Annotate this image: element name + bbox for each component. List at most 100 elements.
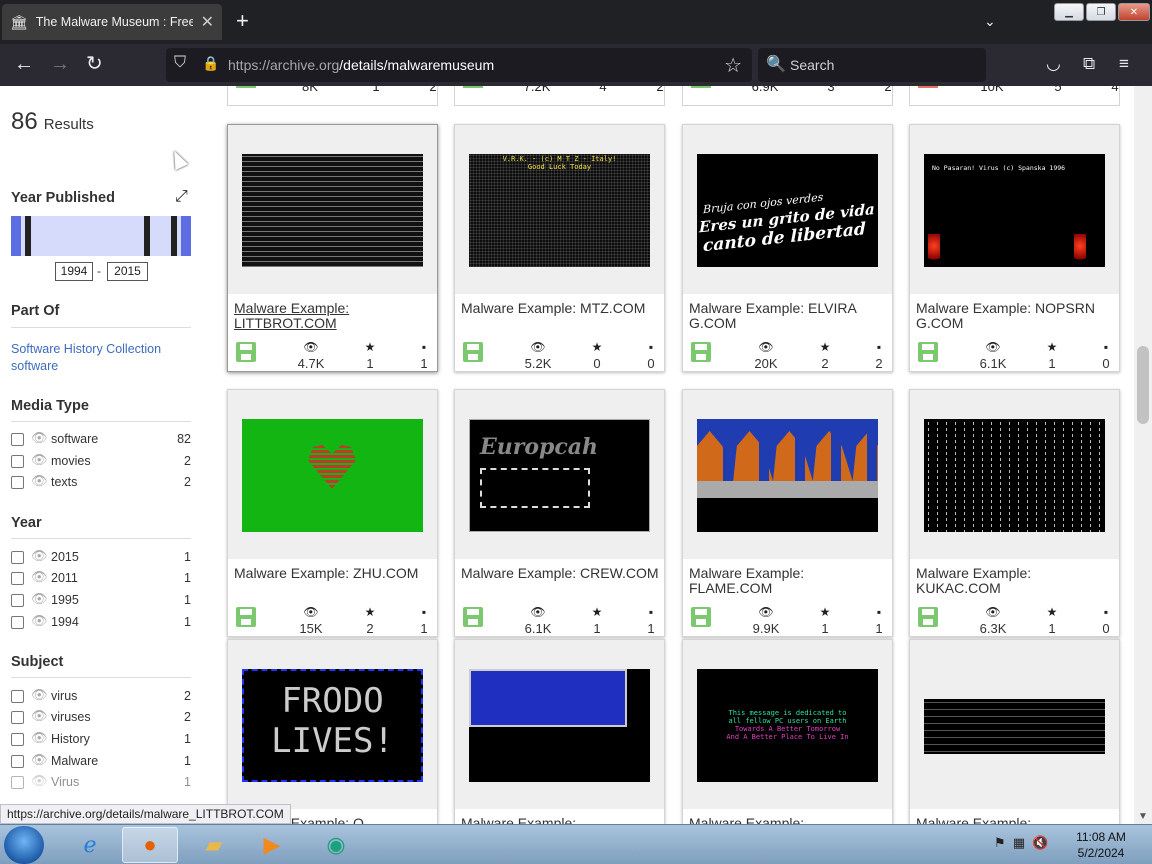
back-icon[interactable]: ← xyxy=(14,53,34,75)
card-title[interactable]: Malware Example: LITTBROT.COM xyxy=(234,301,432,331)
result-card-mtz[interactable]: V.R.K. - (c) M T Z - Italy! Good Luck To… xyxy=(454,124,665,372)
result-card-frodo[interactable]: FRODO LIVES! Malware Example: O... xyxy=(227,639,438,824)
shield-icon[interactable]: ⛉ xyxy=(174,54,186,72)
window-close-button[interactable]: ✕ xyxy=(1118,3,1150,21)
facet-checkbox[interactable] xyxy=(11,733,24,746)
thumbnail-area[interactable]: Europcah xyxy=(455,390,664,559)
list-tabs-button[interactable]: ⌄ xyxy=(984,13,996,30)
eye-icon[interactable]: 👁 xyxy=(31,452,48,468)
card-title[interactable]: Malware Example: CREW.COM xyxy=(461,566,659,581)
network-icon[interactable]: ▦ xyxy=(1013,835,1025,850)
facet-checkbox[interactable] xyxy=(11,455,24,468)
media-player-icon[interactable]: ▶ xyxy=(244,827,300,863)
eye-icon[interactable]: 👁 xyxy=(31,613,48,629)
facet-checkbox[interactable] xyxy=(11,594,24,607)
facet-checkbox[interactable] xyxy=(11,711,24,724)
part-of-link-software[interactable]: software xyxy=(11,359,58,373)
facet-checkbox[interactable] xyxy=(11,572,24,585)
facet-name[interactable]: movies xyxy=(51,454,91,468)
facet-year-1994[interactable]: 👁 1994 1 xyxy=(11,613,191,633)
maximize-button[interactable]: ❐ xyxy=(1086,3,1116,21)
result-card-shaker[interactable]: Malware Example: SHAKER.COM xyxy=(454,639,665,824)
thumbnail-area[interactable]: V.R.K. - (c) M T Z - Italy! Good Luck To… xyxy=(455,125,664,294)
forward-icon[interactable]: → xyxy=(50,53,70,75)
file-explorer-icon[interactable]: ▰ xyxy=(186,827,242,863)
reload-icon[interactable]: ↻ xyxy=(86,53,103,75)
facet-subject-history[interactable]: 👁 History 1 xyxy=(11,730,191,750)
tab-active[interactable]: 🏛 The Malware Museum : Free So ✕ xyxy=(2,4,222,40)
facet-checkbox[interactable] xyxy=(11,551,24,564)
thumbnail-area[interactable] xyxy=(228,390,437,559)
facet-checkbox[interactable] xyxy=(11,616,24,629)
result-card-nopsrn[interactable]: No Pasaran! Virus (c) Spanska 1996 Malwa… xyxy=(909,124,1120,372)
eye-icon[interactable]: 👁 xyxy=(31,548,48,564)
volume-muted-icon[interactable]: 🔇 xyxy=(1032,835,1048,850)
extensions-icon[interactable]: ⧉ xyxy=(1083,53,1095,75)
facet-subject-virus-cap[interactable]: 👁 Virus 1 xyxy=(11,773,191,793)
thumbnail-area[interactable] xyxy=(683,390,892,559)
bookmark-star-icon[interactable]: ☆ xyxy=(724,53,742,78)
address-bar[interactable]: ⛉ 🔒 https://archive.org/details/malwarem… xyxy=(166,48,752,82)
facet-subject-malware[interactable]: 👁 Malware 1 xyxy=(11,752,191,772)
facet-name[interactable]: 2011 xyxy=(51,571,78,585)
facet-media-movies[interactable]: 👁 movies 2 xyxy=(11,452,191,472)
page-scrollbar[interactable]: ▼ xyxy=(1134,86,1152,824)
menu-icon[interactable]: ≡ xyxy=(1119,53,1129,75)
card-title[interactable]: Malware Example: xyxy=(689,816,887,825)
card-title[interactable]: Malware Example: NOPSRN G.COM xyxy=(916,301,1114,331)
ie-icon[interactable]: ℯ xyxy=(62,827,118,863)
facet-name[interactable]: Malware xyxy=(51,754,98,768)
thumbnail-dedicated[interactable]: This message is dedicated to all fellow … xyxy=(697,669,878,782)
firefox-icon[interactable]: ● xyxy=(122,827,178,863)
thumbnail-area[interactable] xyxy=(910,640,1119,809)
eye-icon[interactable]: 👁 xyxy=(31,752,48,768)
facet-checkbox[interactable] xyxy=(11,776,24,789)
search-box[interactable]: 🔍 Search xyxy=(758,48,986,82)
thumbnail-kukac[interactable] xyxy=(924,419,1105,532)
result-card-littbrot[interactable]: Malware Example: LITTBROT.COM 👁 4.7K ★ 1 ▪… xyxy=(227,124,438,372)
pocket-icon[interactable]: ◡ xyxy=(1046,53,1061,75)
card-title[interactable]: Malware Example: MTZ.COM xyxy=(461,301,659,316)
slider-min-handle[interactable] xyxy=(25,216,31,256)
facet-year-2011[interactable]: 👁 2011 1 xyxy=(11,569,191,589)
thumbnail-area[interactable] xyxy=(910,390,1119,559)
facet-name[interactable]: viruses xyxy=(51,710,91,724)
result-card-dedicated[interactable]: This message is dedicated to all fellow … xyxy=(682,639,893,824)
result-card[interactable]: 6.9K 3 2 xyxy=(682,86,893,106)
facet-name[interactable]: texts xyxy=(51,475,77,489)
result-card[interactable]: 10K 5 4 xyxy=(909,86,1120,106)
facet-name[interactable]: 1995 xyxy=(51,593,79,607)
part-of-link-software-history[interactable]: Software History Collection xyxy=(11,342,161,356)
new-tab-button[interactable]: + xyxy=(236,10,249,32)
facet-media-texts[interactable]: 👁 texts 2 xyxy=(11,473,191,493)
facet-year-2015[interactable]: 👁 2015 1 xyxy=(11,548,191,568)
facet-year-1995[interactable]: 👁 1995 1 xyxy=(11,591,191,611)
facet-name[interactable]: software xyxy=(51,432,98,446)
facet-checkbox[interactable] xyxy=(11,755,24,768)
thumbnail-flame[interactable] xyxy=(697,419,878,532)
thumbnail-mtz[interactable]: V.R.K. - (c) M T Z - Italy! Good Luck To… xyxy=(469,154,650,267)
eye-icon[interactable]: 👁 xyxy=(31,730,48,746)
eye-icon[interactable]: 👁 xyxy=(31,708,48,724)
thumbnail-area[interactable]: FRODO LIVES! xyxy=(228,640,437,809)
eye-icon[interactable]: 👁 xyxy=(31,591,48,607)
facet-name[interactable]: virus xyxy=(51,689,77,703)
eye-icon[interactable]: 👁 xyxy=(31,569,48,585)
thumbnail-crew[interactable]: Europcah xyxy=(469,419,650,532)
card-title[interactable]: Malware Example: KUKAC.COM xyxy=(916,566,1114,596)
clock[interactable]: 11:08 AM 5/2/2024 xyxy=(1070,829,1132,861)
eye-icon[interactable]: 👁 xyxy=(31,473,48,489)
facet-subject-viruses[interactable]: 👁 viruses 2 xyxy=(11,708,191,728)
card-title[interactable]: Malware Example: SHAKER.COM xyxy=(461,816,659,825)
thumbnail-littbrot[interactable] xyxy=(242,154,423,267)
year-from-input[interactable]: 1994 xyxy=(55,262,93,281)
scroll-down-icon[interactable]: ▼ xyxy=(1138,811,1148,822)
year-range-slider[interactable] xyxy=(11,216,191,256)
result-card[interactable]: 7.2K 4 2 xyxy=(454,86,665,106)
thumbnail-zhu[interactable] xyxy=(242,419,423,532)
close-tab-icon[interactable]: ✕ xyxy=(201,12,214,32)
eye-icon[interactable]: 👁 xyxy=(31,773,48,789)
app-icon[interactable]: ◉ xyxy=(308,827,364,863)
facet-subject-virus[interactable]: 👁 virus 2 xyxy=(11,687,191,707)
system-tray[interactable]: ⚑ ▦ 🔇 xyxy=(994,835,1049,851)
